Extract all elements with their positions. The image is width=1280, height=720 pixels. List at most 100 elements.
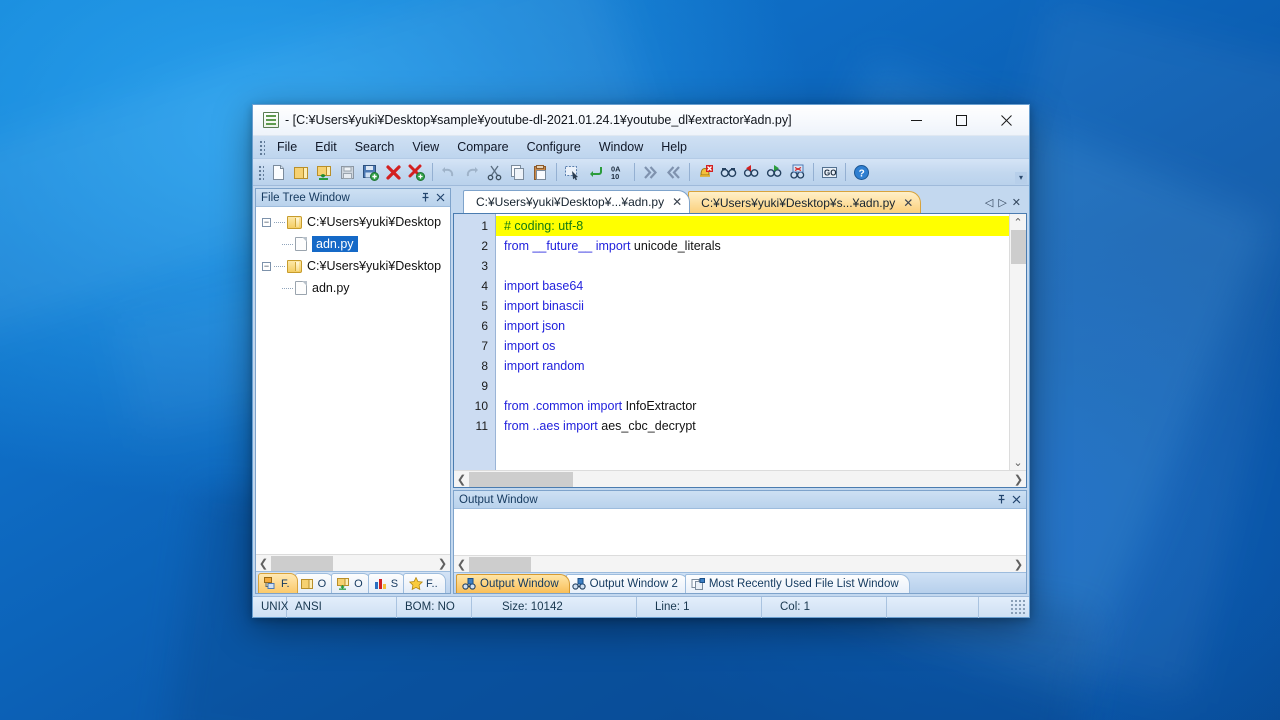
editor-tab-2[interactable]: C:¥Users¥yuki¥Desktop¥s...¥adn.py ✕ (688, 191, 921, 213)
tab-next-icon[interactable]: ▷ (998, 198, 1006, 209)
scroll-track[interactable] (469, 557, 1011, 572)
new-file-icon[interactable] (267, 161, 290, 184)
scroll-left-arrow-icon[interactable]: ❮ (454, 557, 469, 572)
find-prev-icon[interactable] (740, 161, 763, 184)
menu-item-help[interactable]: Help (652, 137, 696, 158)
go-to-icon[interactable]: GO (818, 161, 841, 184)
dock-tab-outline[interactable]: O (295, 573, 335, 593)
status-size: Size: 10142 (472, 597, 637, 618)
resize-grip[interactable] (1011, 599, 1027, 615)
scroll-track[interactable] (1011, 230, 1026, 454)
tree-node-folder[interactable]: − C:¥Users¥yuki¥Desktop (256, 255, 450, 277)
editor-horizontal-scrollbar[interactable]: ❮ ❯ (454, 470, 1026, 487)
undo-icon[interactable] (437, 161, 460, 184)
menu-grip-handle[interactable] (258, 139, 265, 155)
close-all-files-icon[interactable] (405, 161, 428, 184)
menu-item-edit[interactable]: Edit (306, 137, 346, 158)
output-horizontal-scrollbar[interactable]: ❮ ❯ (454, 555, 1026, 572)
output-tab-label: Output Window 2 (590, 578, 678, 590)
code-area[interactable]: 1 2 3 4 5 6 7 8 9 10 11 (454, 214, 1009, 470)
output-text-area[interactable] (454, 509, 1026, 555)
next-diff-icon[interactable] (639, 161, 662, 184)
paste-icon[interactable] (529, 161, 552, 184)
bell-cancel-icon[interactable] (694, 161, 717, 184)
file-tree-window: File Tree Window − C:¥Users¥yuki¥Desktop (255, 188, 451, 594)
hex-0a10-icon[interactable]: 0A10 (607, 161, 630, 184)
scroll-thumb[interactable] (469, 557, 531, 572)
scroll-left-arrow-icon[interactable]: ❮ (454, 472, 469, 487)
open-folder-icon[interactable] (290, 161, 313, 184)
tree-node-file[interactable]: adn.py (256, 277, 450, 299)
output-tab-label: Output Window (480, 578, 559, 590)
file-tree-list[interactable]: − C:¥Users¥yuki¥Desktop adn.py − C:¥User… (256, 207, 450, 554)
toolbar-overflow-button[interactable]: ▾ (1015, 172, 1027, 184)
file-tree-horizontal-scrollbar[interactable]: ❮ ❯ (256, 554, 450, 571)
tree-node-file[interactable]: adn.py (256, 233, 450, 255)
expander-icon[interactable]: − (262, 218, 271, 227)
svg-text:?: ? (859, 168, 865, 179)
menu-item-compare[interactable]: Compare (448, 137, 517, 158)
dock-tab-stats[interactable]: S (368, 573, 406, 593)
scroll-right-arrow-icon[interactable]: ❯ (435, 556, 450, 571)
dock-tab-favorites[interactable]: F.. (403, 573, 446, 593)
wrap-return-icon[interactable] (584, 161, 607, 184)
editor-tab-1[interactable]: C:¥Users¥yuki¥Desktop¥...¥adn.py ✕ (463, 190, 690, 213)
output-window-icon (572, 578, 586, 591)
select-rect-icon[interactable] (561, 161, 584, 184)
save-icon[interactable] (336, 161, 359, 184)
tab-prev-icon[interactable]: ◁ (985, 198, 993, 209)
tab-close-icon[interactable]: ✕ (1012, 198, 1021, 209)
scroll-track[interactable] (469, 472, 1011, 487)
menu-bar: File Edit Search View Compare Configure … (253, 136, 1029, 159)
tree-node-folder[interactable]: − C:¥Users¥yuki¥Desktop (256, 211, 450, 233)
minimize-button[interactable] (894, 105, 939, 136)
close-button[interactable] (984, 105, 1029, 136)
scroll-left-arrow-icon[interactable]: ❮ (256, 556, 271, 571)
code-line: # coding: utf-8 (496, 216, 1009, 236)
find-icon[interactable] (717, 161, 740, 184)
scroll-right-arrow-icon[interactable]: ❯ (1011, 557, 1026, 572)
line-number: 2 (454, 236, 495, 256)
output-tab-2[interactable]: Output Window 2 (566, 574, 689, 593)
output-tab-1[interactable]: Output Window (456, 574, 570, 593)
prev-diff-icon[interactable] (662, 161, 685, 184)
scroll-down-arrow-icon[interactable]: ⌄ (1011, 454, 1026, 470)
dock-tab-open-folder[interactable]: O (331, 573, 371, 593)
pin-icon[interactable] (418, 190, 433, 205)
scroll-thumb[interactable] (1011, 230, 1026, 264)
open-workspace-icon[interactable] (313, 161, 336, 184)
menu-item-window[interactable]: Window (590, 137, 652, 158)
expander-icon[interactable]: − (262, 262, 271, 271)
code-text[interactable]: # coding: utf-8from __future__ import un… (496, 214, 1009, 470)
close-icon[interactable] (433, 190, 448, 205)
menu-item-search[interactable]: Search (346, 137, 404, 158)
find-next-icon[interactable] (763, 161, 786, 184)
close-file-icon[interactable] (382, 161, 405, 184)
close-icon[interactable]: ✕ (672, 196, 682, 208)
redo-icon[interactable] (460, 161, 483, 184)
dock-tab-file-tree[interactable]: F. (258, 573, 298, 593)
cut-icon[interactable] (483, 161, 506, 184)
menu-item-configure[interactable]: Configure (518, 137, 590, 158)
line-number: 3 (454, 256, 495, 276)
editor-vertical-scrollbar[interactable]: ⌃ ⌄ (1009, 214, 1026, 470)
scroll-up-arrow-icon[interactable]: ⌃ (1011, 214, 1026, 230)
scroll-thumb[interactable] (469, 472, 573, 487)
close-icon[interactable]: ✕ (903, 197, 913, 209)
scroll-track[interactable] (271, 556, 435, 571)
save-all-icon[interactable] (359, 161, 382, 184)
copy-icon[interactable] (506, 161, 529, 184)
toolbar-grip-handle[interactable] (257, 164, 264, 180)
close-icon[interactable] (1009, 492, 1024, 507)
menu-item-view[interactable]: View (403, 137, 448, 158)
menu-item-file[interactable]: File (268, 137, 306, 158)
title-bar[interactable]: - [C:¥Users¥yuki¥Desktop¥sample¥youtube-… (253, 105, 1029, 136)
output-tab-3[interactable]: Most Recently Used File List Window (685, 574, 910, 593)
scroll-thumb[interactable] (271, 556, 333, 571)
code-line: from ..aes import aes_cbc_decrypt (496, 416, 1009, 436)
replace-icon[interactable] (786, 161, 809, 184)
scroll-right-arrow-icon[interactable]: ❯ (1011, 472, 1026, 487)
help-icon[interactable]: ? (850, 161, 873, 184)
maximize-button[interactable] (939, 105, 984, 136)
pin-icon[interactable] (994, 492, 1009, 507)
